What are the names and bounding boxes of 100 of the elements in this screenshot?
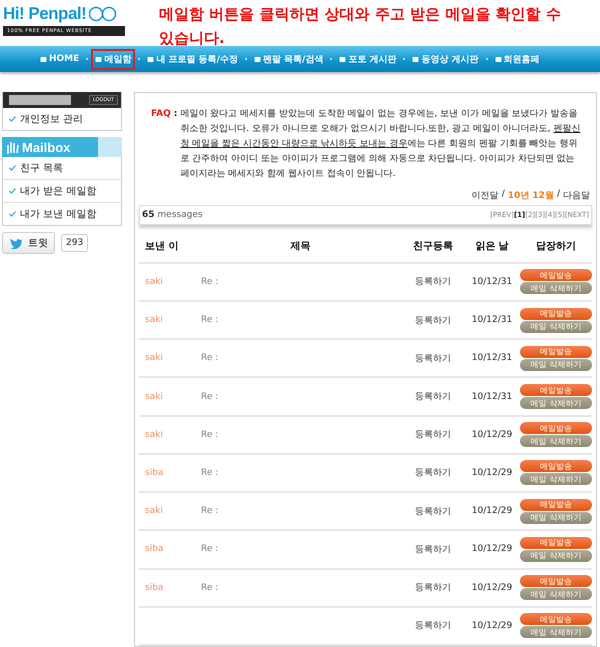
nav-item[interactable]: HOME: [36, 50, 84, 68]
sender-name[interactable]: siba: [139, 544, 199, 554]
check-icon: [9, 165, 16, 171]
delete-mail-button[interactable]: 메일 삭제하기: [520, 282, 592, 294]
column-header: 친구등록: [412, 240, 454, 254]
tweet-button[interactable]: 트윗: [2, 232, 55, 254]
read-date: 10/12/29: [470, 468, 514, 478]
send-mail-button[interactable]: 메일발송: [520, 613, 592, 626]
sender-name[interactable]: saki: [139, 392, 199, 402]
add-friend-link[interactable]: 등록하기: [402, 275, 464, 288]
mail-subject[interactable]: Re :: [199, 315, 402, 326]
add-friend-link[interactable]: 등록하기: [402, 314, 464, 327]
delete-mail-button[interactable]: 메일 삭제하기: [520, 512, 592, 524]
add-friend-link[interactable]: 등록하기: [402, 428, 464, 442]
read-date: 10/12/31: [470, 353, 514, 364]
slash-separator: /: [556, 189, 560, 201]
column-header: 읽은 날: [474, 240, 510, 254]
site-logo[interactable]: Hi! Penpal!: [3, 4, 86, 24]
add-friend-link[interactable]: 등록하기: [402, 504, 464, 518]
column-header: 보낸 이: [144, 240, 180, 254]
mail-subject[interactable]: Re :: [199, 353, 402, 364]
mail-subject[interactable]: Re :: [199, 544, 402, 554]
mail-subject[interactable]: Re :: [199, 276, 402, 287]
nav-bullet-icon: [254, 56, 261, 62]
add-friend-link[interactable]: 등록하기: [402, 466, 464, 480]
sender-name[interactable]: siba: [139, 468, 199, 478]
nav-bullet-icon: [40, 56, 47, 62]
add-friend-link[interactable]: 등록하기: [402, 390, 464, 404]
send-mail-button[interactable]: 메일발송: [520, 269, 592, 282]
delete-mail-button[interactable]: 메일 삭제하기: [520, 435, 592, 448]
nav-item[interactable]: 회원홈페: [490, 48, 544, 70]
column-header: 답장하기: [535, 240, 577, 254]
send-mail-button[interactable]: 메일발송: [520, 575, 592, 588]
nav-item[interactable]: 펜팔 목록/검색: [250, 48, 328, 70]
send-mail-button[interactable]: 메일발송: [520, 498, 592, 511]
delete-mail-button[interactable]: 메일 삭제하기: [520, 473, 592, 486]
annotation-text: 메일함 버튼을 클릭하면 상대와 주고 받은 메일을 확인할 수 있습니다.: [159, 4, 562, 49]
nav-item[interactable]: 내 프로필 등록/수정: [143, 48, 242, 70]
delete-mail-button[interactable]: 메일 삭제하기: [520, 397, 592, 410]
mail-subject[interactable]: Re :: [199, 506, 402, 516]
add-friend-link[interactable]: 등록하기: [402, 542, 464, 556]
sender-name[interactable]: saki: [139, 315, 199, 326]
nav-item[interactable]: 동영상 게시판: [408, 48, 483, 70]
nav-bullet-icon: [412, 56, 420, 62]
check-icon: [9, 116, 16, 122]
column-header: 제목: [290, 240, 312, 254]
bird-icon: [9, 238, 23, 248]
nav-bullet-icon: [494, 56, 502, 62]
sidebar-item[interactable]: 내가 보낸 메일함: [3, 202, 121, 225]
delete-mail-button[interactable]: 메일 삭제하기: [520, 550, 592, 562]
nav-item[interactable]: 포토 게시판: [335, 48, 400, 70]
check-icon: [9, 188, 16, 194]
check-icon: [9, 211, 16, 217]
prev-month-link[interactable]: 이전달: [472, 189, 499, 202]
read-date: 10/12/29: [470, 544, 514, 554]
sidebar-item[interactable]: 개인정보 관리: [3, 108, 121, 130]
mail-subject[interactable]: Re :: [199, 430, 402, 440]
send-mail-button[interactable]: 메일발송: [520, 308, 592, 320]
sender-name[interactable]: saki: [139, 430, 199, 440]
add-friend-link[interactable]: 등록하기: [402, 619, 464, 632]
send-mail-button[interactable]: 메일발송: [520, 384, 592, 396]
sender-name[interactable]: saki: [139, 353, 199, 364]
send-mail-button[interactable]: 메일발송: [520, 536, 592, 549]
send-mail-button[interactable]: 메일발송: [520, 422, 592, 434]
read-date: 10/12/29: [470, 620, 514, 631]
mail-subject[interactable]: Re :: [199, 392, 402, 402]
read-date: 10/12/29: [470, 506, 514, 516]
mail-subject[interactable]: Re :: [199, 468, 402, 478]
sender-name[interactable]: saki: [139, 276, 199, 287]
nav-bullet-icon: [147, 56, 154, 62]
tweet-count: 293: [61, 234, 88, 252]
message-count: 65 messages: [142, 210, 203, 220]
add-friend-link[interactable]: 등록하기: [402, 352, 464, 365]
add-friend-link[interactable]: 등록하기: [402, 581, 464, 594]
read-date: 10/12/31: [470, 392, 514, 402]
sidebar-item[interactable]: 친구 목록: [3, 157, 121, 179]
nav-bullet-icon: [339, 56, 346, 62]
delete-mail-button[interactable]: 메일 삭제하기: [520, 626, 592, 638]
read-date: 10/12/31: [470, 315, 514, 326]
send-mail-button[interactable]: 메일발송: [520, 460, 592, 472]
read-date: 10/12/29: [470, 430, 514, 440]
slash-separator: /: [502, 189, 505, 201]
mail-subject[interactable]: Re :: [199, 582, 402, 593]
mailbox-label: Mailbox: [22, 140, 70, 154]
delete-mail-button[interactable]: 메일 삭제하기: [520, 320, 592, 333]
delete-mail-button[interactable]: 메일 삭제하기: [520, 588, 592, 600]
current-month: 10년 12월: [508, 190, 554, 202]
delete-mail-button[interactable]: 메일 삭제하기: [520, 358, 592, 371]
sender-name[interactable]: siba: [139, 582, 199, 593]
sidebar-item[interactable]: 내가 받은 메일함: [3, 179, 121, 202]
send-mail-button[interactable]: 메일발송: [520, 346, 592, 358]
nav-item[interactable]: 메일함: [91, 48, 136, 70]
faq-label: FAQ: [151, 108, 171, 121]
read-date: 10/12/31: [470, 276, 514, 287]
next-month-link[interactable]: 다음달: [563, 189, 590, 202]
faq-colon: :: [174, 108, 178, 121]
sender-name[interactable]: saki: [139, 506, 199, 516]
faq-text: 메일이 왔다고 메세지를 받았는데 도착한 메일이 없는 경우에는, 보낸 이가 메일을 보냈다가 발송을 취소한 것입니다. 오류가 아니므로 오해가 없으시기 바랍니다.또한, 광고 메일이 아니더라도, 펜팔신청 메일을 짧은 시간동안 대량으로 낚시하듯 보내는 경우에는 다른 회원의 펜팔 기회를 빼앗는 행위로 간주하여 아이디 또는 아이피가 프로그램에 의해 자동으로 차단됩니다. 아이피가 차단되면 없는 페이지라는 메세지와 함께 웹사이트 접속이 안됩니다.: [180, 108, 582, 181]
read-date: 10/12/29: [470, 582, 514, 593]
nav-bullet-icon: [95, 56, 102, 62]
